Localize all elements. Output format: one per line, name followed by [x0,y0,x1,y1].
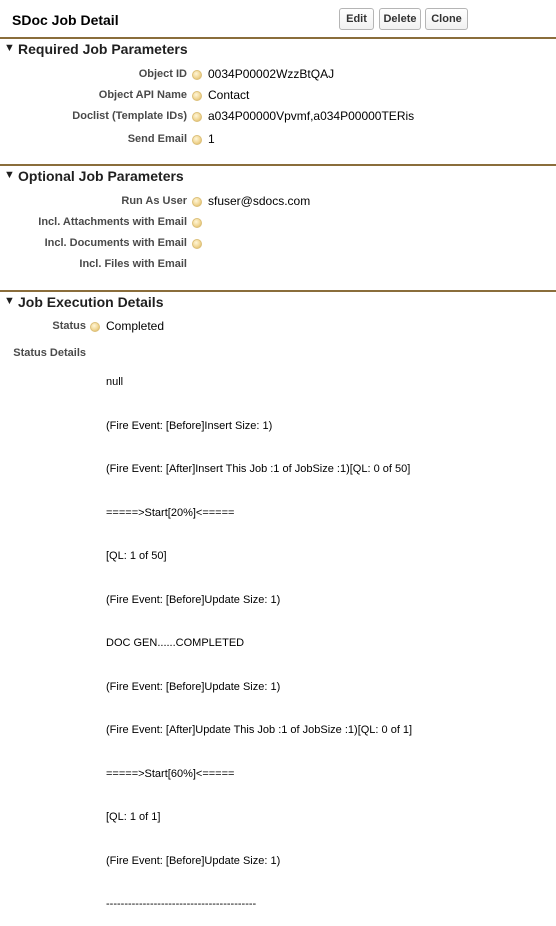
log-line: (Fire Event: [After]Update This Job :1 o… [106,724,413,736]
help-icon[interactable] [192,70,202,80]
field-label: Object API Name [98,89,187,101]
field-row-incl-attachments: Incl. Attachments with Email [0,213,556,233]
log-line: (Fire Event: [Before]Update Size: 1) [106,854,281,867]
log-line: (Fire Event: [Before]Update Size: 1) [106,593,281,606]
field-label: Status [52,320,86,332]
field-row-doclist: Doclist (Template IDs) a034P00000Vpvmf,a… [0,107,556,127]
field-row-send-email: Send Email 1 [0,130,556,150]
help-icon[interactable] [192,218,202,228]
field-row-incl-documents: Incl. Documents with Email [0,234,556,254]
field-value: sfuser@sdocs.com [208,194,311,208]
field-value: a034P00000Vpvmf,a034P00000TERis [208,109,415,123]
field-label: Incl. Files with Email [79,258,187,270]
field-label: Incl. Documents with Email [44,237,187,249]
clone-button[interactable]: Clone [425,8,468,30]
section-title: Required Job Parameters [18,41,188,57]
log-line: (Fire Event: [After]Insert This Job :1 o… [106,463,411,475]
field-row-status: Status Completed [0,317,556,337]
log-line: [QL: 1 of 1] [106,811,161,823]
log-line: =====>Start[20%]<===== [106,506,235,519]
help-icon[interactable] [192,112,202,122]
help-icon[interactable] [90,322,100,332]
field-label: Status Details [13,347,86,359]
section-required-header[interactable]: ▼ Required Job Parameters [0,37,556,59]
log-line: null [106,376,124,388]
field-value: 1 [208,132,215,146]
collapse-triangle-icon[interactable]: ▼ [4,169,15,181]
collapse-triangle-icon[interactable]: ▼ [4,42,15,54]
log-line: ----------------------------------------… [106,898,257,910]
log-line: (Fire Event: [Before]Insert Size: 1) [106,419,273,432]
field-label: Run As User [121,195,187,207]
field-label: Incl. Attachments with Email [38,216,187,228]
field-value: Contact [208,88,250,102]
help-icon[interactable] [192,91,202,101]
field-label: Object ID [138,68,187,80]
section-title: Optional Job Parameters [18,168,184,184]
log-line: (Fire Event: [Before]Update Size: 1) [106,680,281,693]
field-label: Send Email [127,133,187,145]
help-icon[interactable] [192,197,202,207]
log-line: DOC GEN......COMPLETED [106,637,245,649]
collapse-triangle-icon[interactable]: ▼ [4,295,15,307]
delete-button[interactable]: Delete [379,8,421,30]
field-row-run-as-user: Run As User sfuser@sdocs.com [0,192,556,212]
help-icon[interactable] [192,239,202,249]
field-row-object-id: Object ID 0034P00002WzzBtQAJ [0,65,556,85]
field-value: Completed [106,319,165,333]
field-value: 0034P00002WzzBtQAJ [208,67,335,81]
log-line: [QL: 1 of 50] [106,550,167,562]
section-optional-header[interactable]: ▼ Optional Job Parameters [0,164,556,186]
log-line: =====>Start[60%]<===== [106,767,235,780]
status-details-log: null (Fire Event: [Before]Insert Size: 1… [106,346,412,926]
edit-button[interactable]: Edit [339,8,374,30]
page-header: SDoc Job Detail Edit Delete Clone [0,0,556,37]
section-title: Job Execution Details [18,294,164,310]
help-icon[interactable] [192,135,202,145]
field-label: Doclist (Template IDs) [72,110,187,122]
section-execution-header[interactable]: ▼ Job Execution Details [0,290,556,312]
field-row-object-api-name: Object API Name Contact [0,86,556,106]
page-title: SDoc Job Detail [12,12,119,28]
field-row-incl-files: Incl. Files with Email [0,255,556,275]
